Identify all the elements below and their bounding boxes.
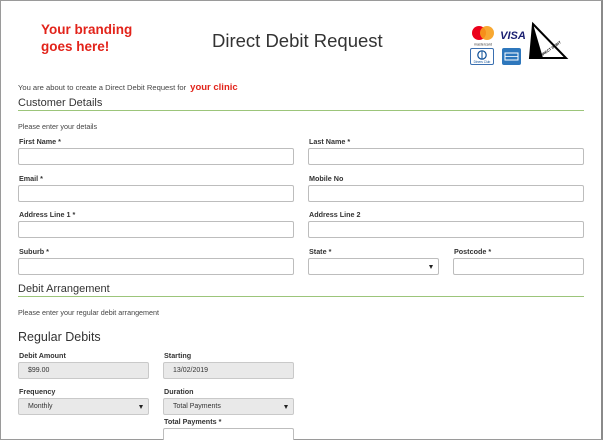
- frequency-select[interactable]: Monthly: [18, 398, 149, 415]
- visa-logo: VISA: [500, 28, 526, 42]
- starting-label: Starting: [164, 351, 192, 360]
- customer-details-rule: [18, 110, 584, 111]
- last-name-input[interactable]: [308, 148, 584, 165]
- first-name-label: First Name *: [19, 137, 61, 146]
- debit-amount-field: $99.00: [18, 362, 149, 379]
- customer-details-heading: Customer Details: [18, 97, 103, 109]
- mobile-label: Mobile No: [309, 174, 344, 183]
- duration-select[interactable]: Total Payments: [163, 398, 294, 415]
- state-label: State *: [309, 247, 332, 256]
- total-payments-input[interactable]: [163, 428, 294, 440]
- starting-date-field: 13/02/2019: [163, 362, 294, 379]
- chevron-down-icon: [139, 405, 143, 409]
- svg-text:mastercard: mastercard: [474, 43, 492, 47]
- duration-value: Total Payments: [173, 403, 221, 410]
- suburb-input[interactable]: [18, 258, 294, 275]
- intro-text: You are about to create a Direct Debit R…: [18, 82, 238, 93]
- debit-amount-label: Debit Amount: [19, 351, 66, 360]
- email-input[interactable]: [18, 185, 294, 202]
- suburb-label: Suburb *: [19, 247, 49, 256]
- clinic-name: your clinic: [190, 82, 238, 93]
- frequency-label: Frequency: [19, 387, 56, 396]
- amex-logo: [502, 48, 521, 65]
- chevron-down-icon: [429, 265, 433, 269]
- debit-arrangement-rule: [18, 296, 584, 297]
- mobile-input[interactable]: [308, 185, 584, 202]
- regular-debits-heading: Regular Debits: [18, 330, 101, 344]
- duration-label: Duration: [164, 387, 194, 396]
- frequency-value: Monthly: [28, 403, 53, 410]
- intro-message: You are about to create a Direct Debit R…: [18, 83, 187, 92]
- page-title: Direct Debit Request: [212, 30, 383, 51]
- total-payments-label: Total Payments *: [164, 417, 222, 426]
- branding-text: Your branding goes here!: [41, 22, 133, 54]
- address-line-1-input[interactable]: [18, 221, 294, 238]
- address-line-1-label: Address Line 1 *: [19, 210, 76, 219]
- address-line-2-input[interactable]: [308, 221, 584, 238]
- debit-arrangement-note: Please enter your regular debit arrangem…: [18, 308, 160, 317]
- state-select[interactable]: [308, 258, 439, 275]
- svg-text:Diners Club: Diners Club: [474, 60, 491, 64]
- first-name-input[interactable]: [18, 148, 294, 165]
- mastercard-logo: mastercard: [470, 25, 496, 47]
- postcode-label: Postcode *: [454, 247, 492, 256]
- address-line-2-label: Address Line 2: [309, 210, 361, 219]
- chevron-down-icon: [284, 405, 288, 409]
- svg-text:VISA: VISA: [500, 30, 526, 42]
- debit-arrangement-heading: Debit Arrangement: [18, 283, 110, 295]
- postcode-input[interactable]: [453, 258, 584, 275]
- diners-club-logo: Diners Club: [470, 48, 494, 65]
- direct-debit-logo: DIRECT DEBIT: [527, 20, 569, 60]
- last-name-label: Last Name *: [309, 137, 351, 146]
- customer-details-note: Please enter your details: [18, 122, 98, 131]
- email-label: Email *: [19, 174, 43, 183]
